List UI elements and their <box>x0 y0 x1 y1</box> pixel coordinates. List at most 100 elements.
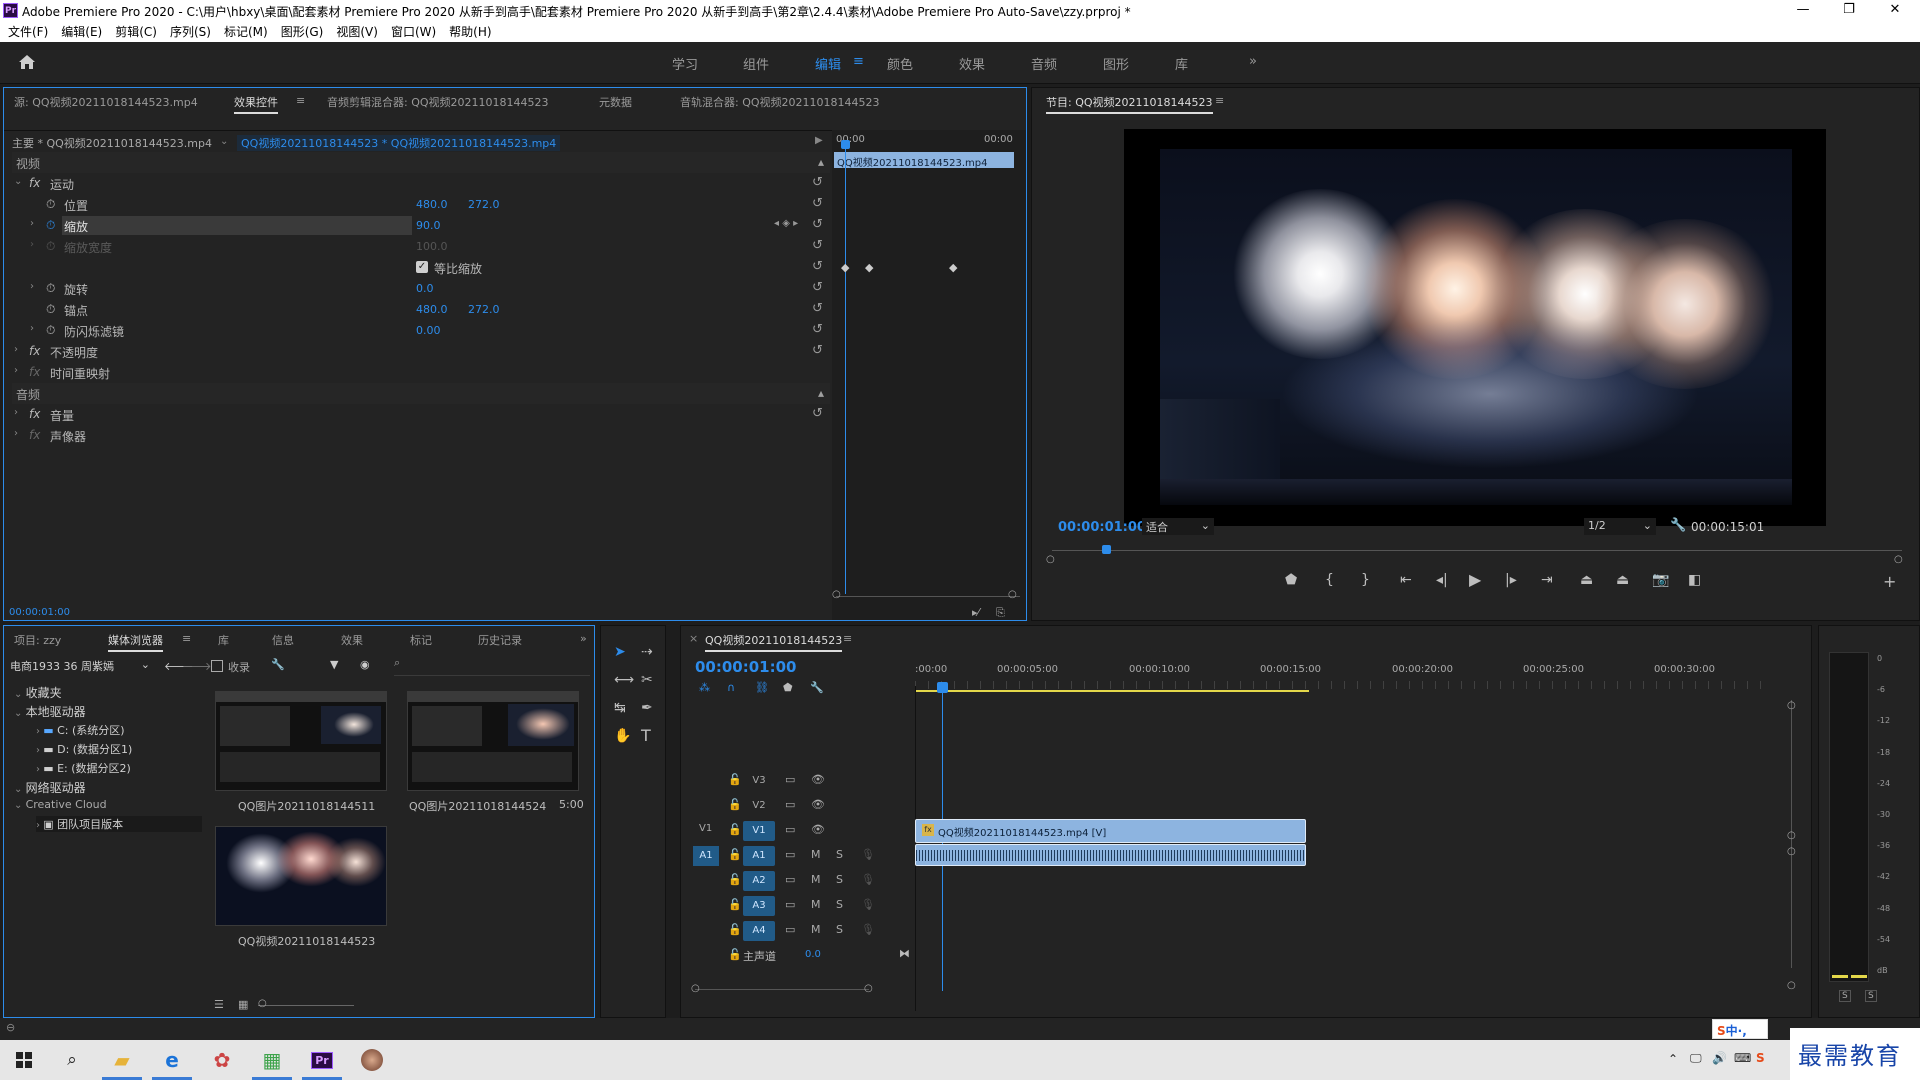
windows-start-icon[interactable] <box>0 1040 48 1080</box>
solo-right-button[interactable]: S <box>1865 990 1877 1002</box>
video-clip[interactable]: fx QQ视频20211018144523.mp4 [V] <box>915 819 1306 843</box>
go-to-in-icon[interactable]: ⇤ <box>1400 572 1412 588</box>
track-header-v2[interactable]: 🔓 V2 ▭ 👁 <box>681 794 915 818</box>
volume-icon[interactable]: 🔊 <box>1712 1051 1727 1065</box>
ime-toolbar[interactable]: S中·, <box>1712 1019 1768 1039</box>
track-header-v3[interactable]: 🔓 V3 ▭ 👁 <box>681 769 915 793</box>
workspace-menu-icon[interactable]: ≡ <box>853 54 864 69</box>
audio-clip[interactable] <box>915 844 1306 866</box>
ime-tray-icon[interactable]: ⌨ <box>1734 1051 1751 1065</box>
track-header-master[interactable]: 🔓 主声道 0.0 ⧓ <box>681 944 915 968</box>
tab-libraries[interactable]: 库 <box>218 632 229 648</box>
param-uniform-scale[interactable]: ✓ 等比缩放 ↺ <box>12 257 830 278</box>
menu-window[interactable]: 窗口(W) <box>391 23 436 40</box>
menu-file[interactable]: 文件(F) <box>8 23 48 40</box>
track-select-tool-icon[interactable]: ⇢ <box>641 644 653 660</box>
ingest-device-dropdown[interactable]: 电商1933 36 周紫嫣 ⌄ <box>10 658 152 676</box>
tab-audio-track-mixer[interactable]: 音轨混合器: QQ视频20211018144523 <box>680 94 880 110</box>
wrench-icon[interactable]: 🔧 <box>1670 518 1686 533</box>
scroll-handle-icon[interactable]: ○ <box>1787 830 1796 841</box>
panel-menu-icon[interactable]: ≡ <box>1215 94 1224 107</box>
hand-tool-icon[interactable]: ✋ <box>614 728 631 744</box>
add-marker-icon[interactable]: ⬟ <box>783 681 793 694</box>
export-frame-icon[interactable]: 📷 <box>1652 572 1669 588</box>
scroll-handle-icon[interactable]: ○ <box>1787 980 1796 991</box>
tree-item-favorites[interactable]: ⌄ 收藏夹 <box>14 684 62 701</box>
tab-history[interactable]: 历史记录 <box>478 632 522 648</box>
tab-audio-clip-mixer[interactable]: 音频剪辑混合器: QQ视频20211018144523 <box>327 94 549 110</box>
search-input[interactable]: ⌕ <box>394 656 590 676</box>
scroll-handle-icon[interactable]: ○ <box>832 589 841 600</box>
tree-item-creative-cloud[interactable]: ⌄ Creative Cloud <box>14 798 107 811</box>
forward-arrow-icon[interactable]: 🡒 <box>182 659 212 673</box>
sequence-tab[interactable]: QQ视频20211018144523 <box>705 632 843 652</box>
sogou-icon[interactable]: S <box>1756 1051 1765 1065</box>
step-forward-icon[interactable]: |▸ <box>1505 572 1517 588</box>
premiere-taskbar-icon[interactable]: Pr <box>298 1040 346 1080</box>
tab-metadata[interactable]: 元数据 <box>599 94 632 110</box>
ingest-checkbox[interactable] <box>211 660 223 672</box>
uniform-scale-checkbox[interactable]: ✓ <box>416 261 428 273</box>
keyframe-icon[interactable]: ◆ <box>841 261 849 274</box>
close-tab-icon[interactable]: × <box>689 632 698 645</box>
track-header-a1[interactable]: A1 🔓 A1 ▭ M S 🎙 <box>681 844 915 868</box>
effect-opacity[interactable]: › fx 不透明度 ↺ <box>12 341 830 362</box>
mini-playhead-handle[interactable] <box>841 140 850 149</box>
scroll-handle-icon[interactable]: ○ <box>1787 846 1796 857</box>
file-name[interactable]: QQ图片20211018144511 <box>238 798 375 814</box>
program-title[interactable]: 节目: QQ视频20211018144523 <box>1046 94 1213 114</box>
workspace-color[interactable]: 颜色 <box>887 54 913 73</box>
tab-markers[interactable]: 标记 <box>410 632 432 648</box>
icon-view-icon[interactable]: ▦ <box>238 998 248 1011</box>
menu-help[interactable]: 帮助(H) <box>449 23 491 40</box>
selection-tool-icon[interactable]: ➤ <box>614 644 626 660</box>
workspace-editing[interactable]: 编辑 <box>815 54 841 73</box>
scroll-handle-icon[interactable]: ○ <box>1008 589 1017 600</box>
filter-icon[interactable]: ▸⁄ <box>972 606 979 619</box>
app-icon[interactable]: ✿ <box>198 1040 246 1080</box>
video-frame[interactable] <box>1124 129 1826 526</box>
track-header-a4[interactable]: 🔓 A4 ▭ M S 🎙 <box>681 919 915 943</box>
solo-left-button[interactable]: S <box>1839 990 1851 1002</box>
workspace-libraries[interactable]: 库 <box>1175 54 1188 73</box>
linked-selection-icon[interactable]: ⛓ <box>755 681 769 694</box>
tree-item-drive-d[interactable]: › ▬ D: (数据分区1) <box>36 741 132 757</box>
search-icon[interactable]: ⌕ <box>48 1040 96 1080</box>
fit-dropdown[interactable]: 适合 ⌄ <box>1142 518 1214 535</box>
track-header-a2[interactable]: 🔓 A2 ▭ M S 🎙 <box>681 869 915 893</box>
network-icon[interactable]: 🖵 <box>1690 1051 1702 1066</box>
track-header-v1[interactable]: V1 🔓 V1 ▭ 👁 <box>681 819 915 843</box>
panel-menu-icon[interactable]: ≡ <box>182 632 191 645</box>
resolution-dropdown[interactable]: 1/2 ⌄ <box>1584 518 1656 535</box>
scroll-handle-icon[interactable]: ○ <box>864 983 873 994</box>
program-playhead[interactable] <box>1102 545 1111 554</box>
filter-icon[interactable]: ▼ <box>330 658 338 671</box>
mini-timeline[interactable]: 00:00 00:00 QQ视频20211018144523.mp4 ◆ ◆ ◆… <box>832 130 1026 620</box>
antiflicker-value[interactable]: 0.00 <box>416 324 441 337</box>
menu-marker[interactable]: 标记(M) <box>224 23 268 40</box>
list-view-icon[interactable]: ☰ <box>214 998 224 1011</box>
mark-out-icon[interactable]: } <box>1361 572 1370 588</box>
tree-item-team-projects[interactable]: › ▣ 团队项目版本 <box>36 816 202 832</box>
timeline-timecode[interactable]: 00:00:01:00 <box>695 658 797 676</box>
button-editor-icon[interactable]: + <box>1883 572 1896 591</box>
scale-value[interactable]: 90.0 <box>416 219 441 232</box>
workspace-graphics[interactable]: 图形 <box>1103 54 1129 73</box>
effect-motion[interactable]: ⌄ fx 运动 ↺ <box>12 173 830 194</box>
effect-time-remap[interactable]: › fx 时间重映射 <box>12 362 830 383</box>
clip-selector[interactable]: QQ视频20211018144523 * QQ视频20211018144523.… <box>237 135 561 151</box>
anchor-x[interactable]: 480.0 <box>416 303 448 316</box>
master-clip-label[interactable]: 主要 * QQ视频20211018144523.mp4 <box>12 135 212 151</box>
view-options-icon[interactable]: ◉ <box>360 658 370 671</box>
play-button[interactable]: ▶ <box>1469 570 1481 589</box>
panel-menu-icon[interactable]: ≡ <box>843 632 852 645</box>
add-marker-icon[interactable]: ⬟ <box>1285 572 1297 588</box>
param-scale[interactable]: › ⏱ 缩放 90.0 ◂ ◈ ▸ ↺ <box>12 215 830 236</box>
file-explorer-icon[interactable]: ▰ <box>98 1040 146 1080</box>
horizontal-scrollbar[interactable] <box>695 989 869 990</box>
tab-menu-icon[interactable]: ≡ <box>296 94 305 107</box>
app-icon[interactable]: ▦ <box>248 1040 296 1080</box>
slider-handle-icon[interactable]: ○ <box>258 998 267 1009</box>
scroll-handle-icon[interactable]: ○ <box>1894 554 1903 565</box>
menu-clip[interactable]: 剪辑(C) <box>115 23 157 40</box>
